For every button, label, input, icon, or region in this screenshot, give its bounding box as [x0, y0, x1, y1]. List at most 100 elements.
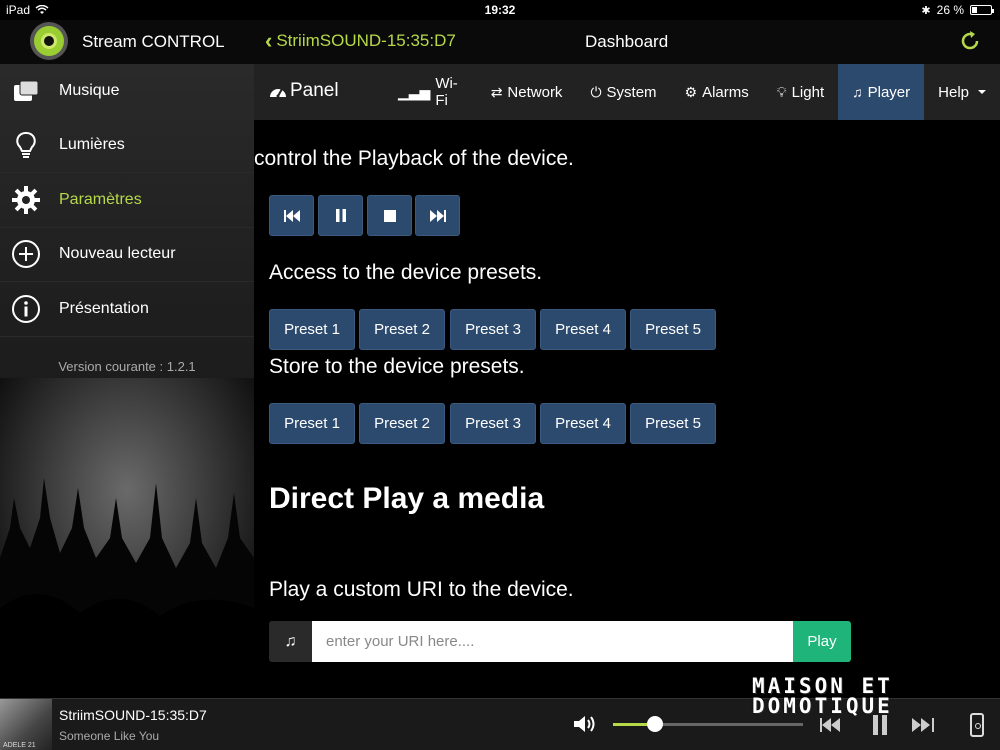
- access-preset-1-button[interactable]: Preset 1: [269, 309, 355, 350]
- album-caption: ADELE 21: [3, 742, 36, 749]
- nav-tab-wifi[interactable]: ▁▃▅ Wi-Fi: [384, 64, 477, 120]
- volume-icon[interactable]: [572, 713, 598, 735]
- player-song-title: Someone Like You: [59, 729, 160, 743]
- access-preset-5-button[interactable]: Preset 5: [630, 309, 716, 350]
- sidebar-item-label: Présentation: [59, 299, 149, 317]
- music-folder-icon: [11, 76, 41, 106]
- battery-icon: [970, 5, 994, 15]
- uri-input[interactable]: [312, 621, 793, 662]
- previous-button[interactable]: [269, 195, 314, 236]
- sidebar-item-label: Paramètres: [59, 190, 142, 208]
- bluetooth-icon: ✱: [921, 4, 931, 17]
- plus-circle-icon: [11, 239, 41, 269]
- sidebar: Musique Lumières Paramètres Nouveau lect…: [0, 64, 254, 698]
- signal-icon: ▁▃▅: [398, 83, 431, 100]
- page-title: Dashboard: [585, 32, 669, 51]
- sidebar-nav: Musique Lumières Paramètres Nouveau lect…: [0, 64, 254, 337]
- battery-percent: 26 %: [936, 3, 964, 17]
- sidebar-item-label: Nouveau lecteur: [59, 245, 176, 263]
- store-preset-4-button[interactable]: Preset 4: [540, 403, 626, 444]
- previous-icon: [820, 718, 840, 732]
- dashboard-icon: [270, 88, 286, 98]
- store-preset-1-button[interactable]: Preset 1: [269, 403, 355, 444]
- sidebar-item-presentation[interactable]: Présentation: [0, 282, 254, 337]
- next-button[interactable]: [415, 195, 460, 236]
- remote-icon[interactable]: [970, 713, 984, 737]
- watermark-line-1: MAISON ET: [752, 674, 893, 698]
- nav-tab-network[interactable]: ⇄ Network: [477, 64, 577, 120]
- presets-access-description: Access to the device presets.: [269, 261, 543, 284]
- refresh-icon[interactable]: [958, 29, 982, 53]
- nav-tab-light[interactable]: 💡︎ Light: [763, 64, 838, 120]
- nav-tab-label: Network: [507, 83, 563, 101]
- brand-label: Panel: [290, 80, 339, 101]
- music-note-icon: ♫: [852, 84, 863, 100]
- pause-button[interactable]: [318, 195, 363, 236]
- album-art[interactable]: ADELE 21: [0, 699, 52, 750]
- gear-icon: [11, 185, 41, 215]
- nav-tab-label: Player: [867, 83, 911, 101]
- uri-input-group: ♫ Play: [269, 621, 851, 662]
- player-next-button[interactable]: [910, 713, 936, 737]
- sidebar-item-lumieres[interactable]: Lumières: [0, 119, 254, 173]
- next-icon: [429, 209, 446, 222]
- chevron-left-icon: ‹: [265, 28, 273, 53]
- back-label: StriimSOUND-15:35:D7: [276, 31, 456, 50]
- nav-tab-player[interactable]: ♫ Player: [838, 64, 925, 120]
- uri-description: Play a custom URI to the device.: [269, 578, 574, 601]
- nav-tab-label: Help: [938, 83, 969, 101]
- nav-tab-alarms[interactable]: ⚙ Alarms: [671, 64, 763, 120]
- crowd-background-image: [0, 378, 254, 698]
- top-navbar: Panel ▁▃▅ Wi-Fi ⇄ Network ⏻ System ⚙ Alarms …: [254, 64, 1000, 120]
- store-preset-5-button[interactable]: Preset 5: [630, 403, 716, 444]
- version-text: Version courante : 1.2.1: [58, 359, 196, 374]
- store-preset-3-button[interactable]: Preset 3: [450, 403, 536, 444]
- nav-tab-label: Wi-Fi: [435, 75, 458, 109]
- player-device-name: StriimSOUND-15:35:D7: [59, 707, 207, 723]
- store-preset-2-button[interactable]: Preset 2: [359, 403, 445, 444]
- navbar-links: ▁▃▅ Wi-Fi ⇄ Network ⏻ System ⚙ Alarms 💡︎ Ligh…: [384, 64, 1000, 120]
- sidebar-item-label: Lumières: [59, 136, 125, 154]
- app-title: Stream CONTROL: [82, 32, 225, 51]
- back-button[interactable]: ‹ StriimSOUND-15:35:D7: [265, 28, 456, 53]
- nav-tab-label: Alarms: [702, 83, 749, 101]
- app-logo-icon: [30, 22, 68, 60]
- sidebar-item-nouveau-lecteur[interactable]: Nouveau lecteur: [0, 228, 254, 282]
- bulb-icon: 💡︎: [776, 83, 787, 100]
- stop-button[interactable]: [367, 195, 412, 236]
- playback-description: control the Playback of the device.: [254, 147, 574, 170]
- power-icon: ⏻: [590, 83, 602, 100]
- sidebar-item-musique[interactable]: Musique: [0, 64, 254, 119]
- app-header: Stream CONTROL ‹ StriimSOUND-15:35:D7 Da…: [0, 20, 1000, 64]
- access-preset-3-button[interactable]: Preset 3: [450, 309, 536, 350]
- play-uri-button[interactable]: Play: [793, 621, 851, 662]
- stop-icon: [383, 209, 396, 222]
- logo-ring: [34, 26, 64, 56]
- info-circle-icon: [11, 294, 41, 324]
- transfer-icon: ⇄: [490, 83, 503, 100]
- status-right: ✱ 26 %: [921, 3, 994, 17]
- nav-tab-system[interactable]: ⏻ System: [576, 64, 670, 120]
- next-icon: [912, 718, 934, 732]
- direct-play-heading: Direct Play a media: [269, 482, 545, 515]
- nav-tab-label: Light: [791, 83, 825, 101]
- sidebar-item-parametres[interactable]: Paramètres: [0, 173, 254, 228]
- access-preset-4-button[interactable]: Preset 4: [540, 309, 626, 350]
- sidebar-item-label: Musique: [59, 81, 120, 99]
- music-note-icon: ♫: [269, 621, 312, 662]
- nav-tab-label: System: [606, 83, 657, 101]
- presets-store-description: Store to the device presets.: [269, 355, 525, 378]
- watermark-logo: MAISON ET DOMOTIQUE: [752, 674, 962, 718]
- main-content: control the Playback of the device. Acce…: [254, 120, 1000, 698]
- clock: 19:32: [484, 3, 516, 17]
- lightbulb-icon: [11, 130, 41, 160]
- cogs-icon: ⚙: [684, 83, 698, 100]
- nav-tab-help[interactable]: Help: [924, 64, 1000, 120]
- pause-icon: [335, 209, 346, 222]
- volume-slider[interactable]: [613, 716, 803, 732]
- navbar-brand[interactable]: Panel: [268, 80, 339, 102]
- volume-knob[interactable]: [646, 716, 663, 732]
- watermark-line-2: DOMOTIQUE: [752, 694, 893, 718]
- access-preset-2-button[interactable]: Preset 2: [359, 309, 445, 350]
- caret-down-icon: [978, 90, 986, 94]
